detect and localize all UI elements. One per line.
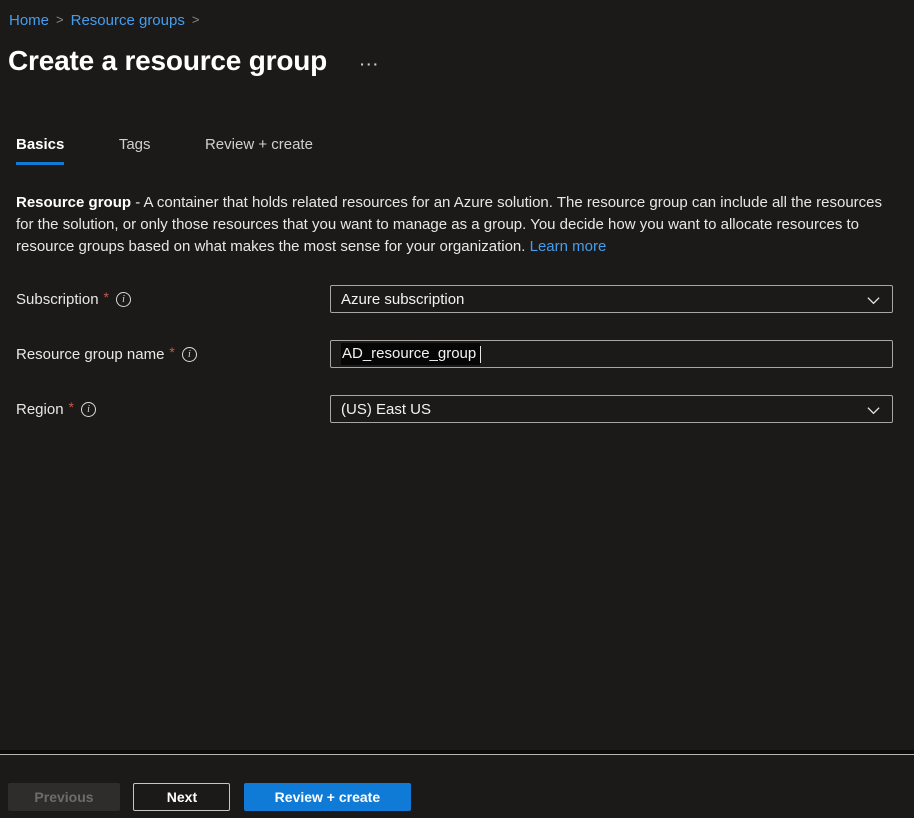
review-create-button[interactable]: Review + create xyxy=(244,783,411,811)
form-row-region: Region * i (US) East US xyxy=(16,395,893,423)
region-label: Region * i xyxy=(16,401,330,418)
page-title: Create a resource group xyxy=(8,46,327,76)
learn-more-link[interactable]: Learn more xyxy=(530,238,607,255)
description-body: - A container that holds related resourc… xyxy=(16,194,882,255)
resource-group-name-value: AD_resource_group xyxy=(341,343,480,365)
required-asterisk: * xyxy=(69,399,74,415)
description-lead: Resource group xyxy=(16,194,131,211)
title-row: Create a resource group ··· xyxy=(0,29,914,76)
tab-review-create[interactable]: Review + create xyxy=(205,136,313,165)
chevron-down-icon xyxy=(866,293,881,308)
form-row-subscription: Subscription * i Azure subscription xyxy=(16,285,893,313)
subscription-dropdown-value: Azure subscription xyxy=(341,291,464,308)
resource-group-name-label-text: Resource group name xyxy=(16,346,164,363)
resource-group-name-label: Resource group name * i xyxy=(16,346,330,363)
footer-bar: Previous Next Review + create xyxy=(0,754,914,818)
form-row-resource-group-name: Resource group name * i AD_resource_grou… xyxy=(16,340,893,368)
info-icon[interactable]: i xyxy=(116,292,131,307)
info-icon[interactable]: i xyxy=(81,402,96,417)
breadcrumb-home[interactable]: Home xyxy=(9,12,49,29)
breadcrumb: Home > Resource groups > xyxy=(0,0,914,29)
region-dropdown-value: (US) East US xyxy=(341,401,431,418)
subscription-label-text: Subscription xyxy=(16,291,99,308)
tab-tags[interactable]: Tags xyxy=(119,136,151,165)
region-label-text: Region xyxy=(16,401,64,418)
breadcrumb-separator-icon: > xyxy=(192,12,200,27)
required-asterisk: * xyxy=(104,289,109,305)
subscription-dropdown[interactable]: Azure subscription xyxy=(330,285,893,313)
tab-basics[interactable]: Basics xyxy=(16,136,64,165)
breadcrumb-resource-groups[interactable]: Resource groups xyxy=(71,12,185,29)
region-dropdown[interactable]: (US) East US xyxy=(330,395,893,423)
tab-bar: Basics Tags Review + create xyxy=(0,136,914,165)
previous-button[interactable]: Previous xyxy=(8,783,120,811)
subscription-label: Subscription * i xyxy=(16,291,330,308)
resource-group-description: Resource group - A container that holds … xyxy=(16,192,893,258)
resource-group-name-input[interactable]: AD_resource_group xyxy=(330,340,893,368)
info-icon[interactable]: i xyxy=(182,347,197,362)
chevron-down-icon xyxy=(866,403,881,418)
context-menu-ellipsis-button[interactable]: ··· xyxy=(360,56,380,72)
breadcrumb-separator-icon: > xyxy=(56,12,64,27)
text-cursor xyxy=(480,346,481,363)
basics-form: Subscription * i Azure subscription Reso… xyxy=(0,285,914,423)
next-button[interactable]: Next xyxy=(133,783,230,811)
required-asterisk: * xyxy=(169,344,174,360)
